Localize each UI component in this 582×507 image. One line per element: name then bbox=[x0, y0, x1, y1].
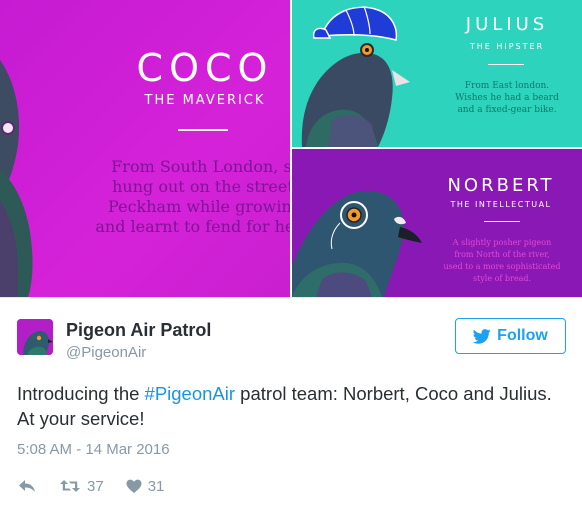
retweet-count: 37 bbox=[87, 477, 104, 495]
hashtag-link[interactable]: #PigeonAir bbox=[145, 383, 236, 404]
julius-panel[interactable]: JULIUS THE HIPSTER From East london. Wis… bbox=[292, 0, 582, 147]
tweet-media[interactable]: COCO THE MAVERICK From South London, sh … bbox=[0, 0, 582, 297]
user-handle[interactable]: @PigeonAir bbox=[66, 344, 146, 361]
coco-pigeon-illustration bbox=[0, 60, 33, 297]
twitter-bird-icon bbox=[473, 328, 491, 344]
norbert-pigeon-illustration bbox=[292, 190, 422, 297]
timestamp[interactable]: 5:08 AM - 14 Mar 2016 bbox=[17, 441, 170, 458]
coco-name: COCO bbox=[136, 46, 274, 90]
julius-subtitle: THE HIPSTER bbox=[469, 42, 545, 51]
coco-panel[interactable]: COCO THE MAVERICK From South London, sh … bbox=[0, 0, 290, 297]
julius-divider bbox=[488, 64, 524, 65]
avatar-pigeon-icon bbox=[17, 319, 53, 355]
coco-description: From South London, sh hung out on the st… bbox=[70, 157, 290, 237]
julius-pigeon-illustration bbox=[301, 5, 410, 147]
coco-divider bbox=[178, 129, 228, 131]
coco-desc-line: hung out on the streets bbox=[112, 177, 290, 196]
like-count: 31 bbox=[147, 477, 165, 495]
norbert-description: A slightly posher pigeon from North of t… bbox=[422, 237, 582, 285]
heart-icon bbox=[126, 479, 142, 493]
julius-desc-line: Wishes he had a beard bbox=[455, 93, 559, 103]
coco-desc-line: and learnt to fend for her bbox=[95, 217, 290, 236]
coco-subtitle: THE MAVERICK bbox=[144, 93, 266, 108]
follow-label: Follow bbox=[497, 327, 548, 344]
norbert-name: NORBERT bbox=[447, 175, 555, 196]
tweet-text: Introducing the #PigeonAir patrol team: … bbox=[17, 381, 567, 431]
retweet-icon bbox=[60, 480, 80, 492]
tweet-card: Pigeon Air Patrol @PigeonAir Follow Intr… bbox=[0, 297, 582, 507]
norbert-subtitle: THE INTELLECTUAL bbox=[450, 200, 552, 209]
coco-desc-line: From South London, sh bbox=[111, 157, 290, 176]
norbert-divider bbox=[484, 221, 520, 222]
norbert-desc-line: A slightly posher pigeon bbox=[452, 238, 552, 247]
tweet-actions: 37 31 bbox=[17, 476, 186, 496]
follow-button[interactable]: Follow bbox=[455, 318, 566, 354]
avatar[interactable] bbox=[17, 319, 53, 355]
reply-button[interactable] bbox=[17, 478, 37, 494]
julius-desc-line: and a fixed-gear bike. bbox=[457, 105, 557, 115]
norbert-desc-line: style of bread. bbox=[472, 274, 532, 283]
julius-desc-line: From East london. bbox=[464, 81, 550, 91]
coco-desc-line: Peckham while growing bbox=[108, 197, 290, 216]
julius-description: From East london. Wishes he had a beard … bbox=[432, 80, 582, 116]
norbert-desc-line: used to a more sophisticated bbox=[443, 262, 561, 271]
display-name[interactable]: Pigeon Air Patrol bbox=[66, 320, 211, 341]
julius-name: JULIUS bbox=[465, 14, 549, 35]
reply-icon bbox=[19, 480, 35, 492]
tweet-text-part: Introducing the bbox=[17, 383, 145, 404]
like-button[interactable]: 31 bbox=[126, 477, 165, 495]
retweet-button[interactable]: 37 bbox=[59, 478, 104, 495]
norbert-desc-line: from North of the river, bbox=[454, 250, 550, 259]
norbert-panel[interactable]: NORBERT THE INTELLECTUAL A slightly posh… bbox=[292, 149, 582, 297]
